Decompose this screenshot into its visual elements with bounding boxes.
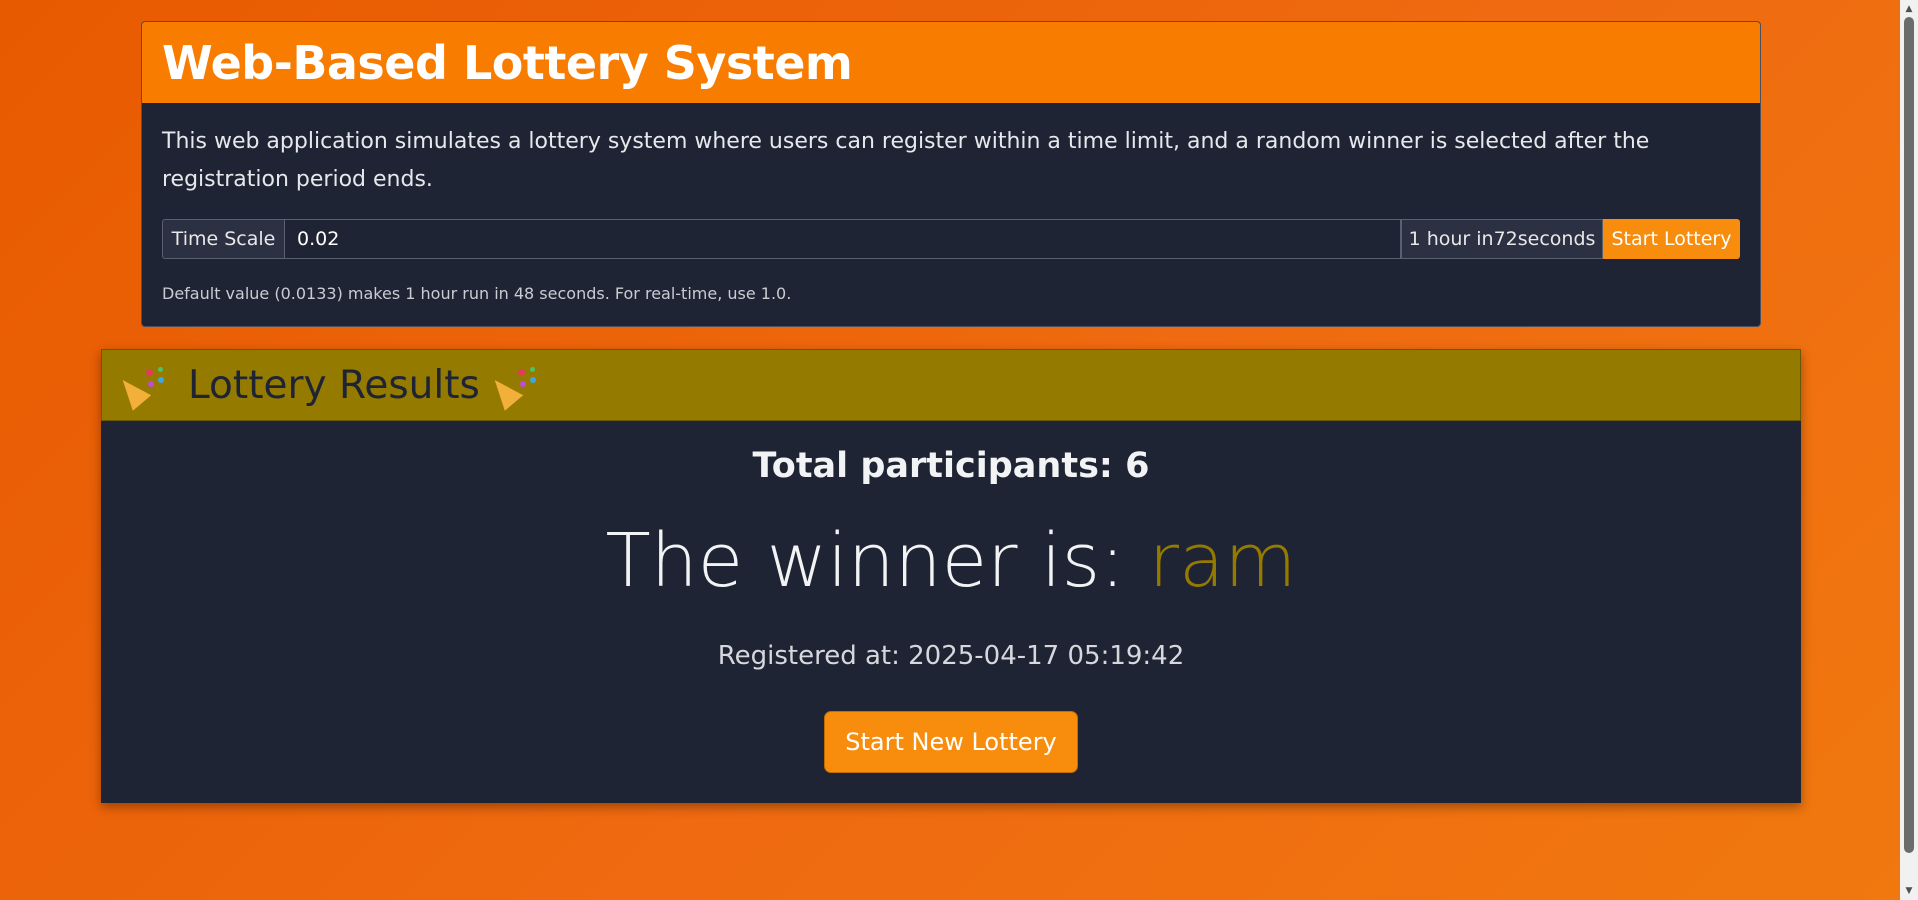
intro-card: Web-Based Lottery System This web applic…	[141, 21, 1761, 327]
registered-at: Registered at: 2025-04-17 05:19:42	[717, 641, 1185, 671]
scrollbar-thumb[interactable]	[1904, 17, 1914, 853]
page-title: Web-Based Lottery System	[162, 35, 853, 90]
winner-prefix: The winner is:	[605, 518, 1149, 604]
start-lottery-button[interactable]: Start Lottery	[1603, 219, 1740, 259]
winner-announcement: The winner is: ram	[101, 519, 1801, 603]
time-scale-input-group: Time Scale 1 hour in72seconds Start Lott…	[162, 219, 1740, 259]
time-scale-label: Time Scale	[162, 219, 285, 259]
party-popper-icon	[485, 365, 540, 411]
results-title-heading: Lottery Results	[113, 362, 540, 411]
start-new-lottery-button[interactable]: Start New Lottery	[824, 711, 1078, 773]
vertical-scrollbar[interactable]: ▲ ▼	[1900, 0, 1918, 900]
total-participants: Total participants: 6	[752, 446, 1150, 486]
winner-name: ram	[1148, 518, 1297, 604]
results-header: Lottery Results	[101, 349, 1801, 421]
intro-header: Web-Based Lottery System	[142, 22, 1760, 103]
time-scale-input[interactable]	[285, 219, 1401, 259]
time-scale-help-text: Default value (0.0133) makes 1 hour run …	[162, 284, 792, 303]
scroll-up-arrow-icon[interactable]: ▲	[1900, 2, 1918, 16]
results-card: Lottery Results Total participants: 6 Th…	[101, 349, 1801, 803]
duration-display: 1 hour in72seconds	[1401, 219, 1603, 259]
party-popper-icon	[113, 365, 168, 411]
results-body: Total participants: 6 The winner is: ram…	[101, 421, 1801, 773]
results-title: Lottery Results	[188, 362, 480, 408]
app-description: This web application simulates a lottery…	[162, 129, 1650, 192]
scroll-down-arrow-icon[interactable]: ▼	[1900, 884, 1918, 898]
